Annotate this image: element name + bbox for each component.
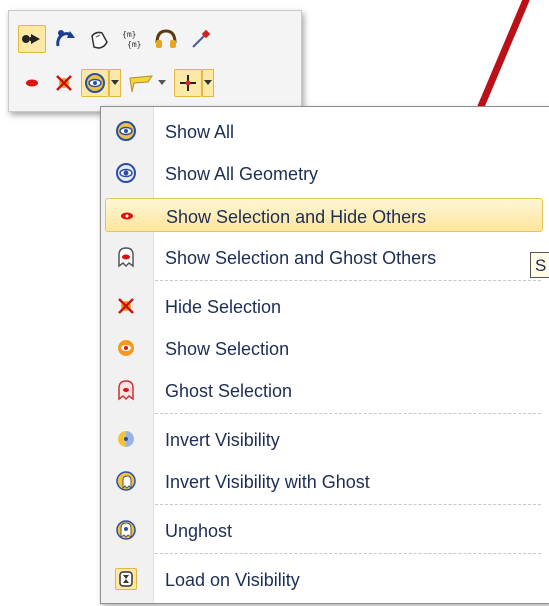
orbit-icon xyxy=(56,30,75,47)
orbit-button[interactable] xyxy=(51,25,79,53)
eye-blue-icon xyxy=(115,162,137,184)
menu-separator xyxy=(155,413,541,414)
half-ghost-icon xyxy=(115,470,137,492)
menu-item-label: Show All xyxy=(165,122,235,142)
flag-dropdown-arrow[interactable] xyxy=(156,69,168,97)
hourglass-icon xyxy=(115,568,137,590)
headset-icon xyxy=(155,29,177,48)
eye-icon xyxy=(115,120,137,142)
cross-eye-icon xyxy=(115,295,137,317)
ghost-pink-icon xyxy=(115,379,137,401)
orange-eye-icon xyxy=(115,337,137,359)
svg-text:{m}: {m} xyxy=(127,40,141,49)
menu-item-label: Hide Selection xyxy=(165,297,282,317)
eyedropper-button[interactable] xyxy=(186,25,214,53)
red-eye-icon xyxy=(26,79,38,87)
chevron-down-icon xyxy=(204,80,212,85)
menu-item-invert-visibility[interactable]: Invert Visibility xyxy=(105,422,543,456)
menu-item-label: Show Selection and Hide Others xyxy=(166,207,427,227)
menu-item-show-selection[interactable]: Show Selection xyxy=(105,331,543,365)
menu-item-label: Show All Geometry xyxy=(165,164,319,184)
svg-text:{m}: {m} xyxy=(122,30,136,39)
menu-item-show-selection-ghost-others[interactable]: Show Selection and Ghost Others xyxy=(105,240,543,274)
menu-separator xyxy=(155,504,541,505)
menu-item-load-on-visibility[interactable]: Load on Visibility xyxy=(105,562,543,596)
menu-item-show-selection-hide-others[interactable]: Show Selection and Hide Others xyxy=(105,198,543,232)
red-dot-eye-icon xyxy=(116,205,138,227)
menu-item-unghost[interactable]: Unghost xyxy=(105,513,543,547)
menu-separator xyxy=(155,280,541,281)
menu-item-label: Invert Visibility with Ghost xyxy=(165,472,370,492)
menu-item-invert-visibility-ghost[interactable]: Invert Visibility with Ghost xyxy=(105,464,543,498)
hide-selection-toolbar-button[interactable] xyxy=(50,69,78,97)
eyedropper-icon xyxy=(192,29,211,48)
hide-x-icon xyxy=(56,75,72,91)
flag-icon xyxy=(129,75,153,93)
menu-item-label: Ghost Selection xyxy=(165,381,293,401)
show-selection-hide-others-toolbar-button[interactable] xyxy=(18,69,46,97)
menu-item-show-all[interactable]: Show All xyxy=(105,114,543,148)
menu-separator xyxy=(155,553,541,554)
crosshair-dropdown-arrow[interactable] xyxy=(202,69,214,97)
select-forward-icon xyxy=(22,34,40,44)
pan-button[interactable] xyxy=(85,25,113,53)
menu-item-label: Unghost xyxy=(165,521,233,541)
menu-item-label: Show Selection and Ghost Others xyxy=(165,248,437,268)
crosshair-icon xyxy=(180,75,196,91)
tooltip: S xyxy=(530,252,549,278)
macro-icon: {m}{m} xyxy=(122,30,141,49)
menu-item-ghost-selection[interactable]: Ghost Selection xyxy=(105,373,543,407)
ghost-red-icon xyxy=(115,246,137,268)
menu-item-show-all-geometry[interactable]: Show All Geometry xyxy=(105,156,543,190)
show-all-toolbar-button[interactable] xyxy=(81,69,109,97)
chevron-down-icon xyxy=(111,80,119,85)
visibility-dropdown-menu: Show All Show All Geometry Show Selectio… xyxy=(100,106,549,604)
menu-item-label: Invert Visibility xyxy=(165,430,280,450)
menu-item-label: Show Selection xyxy=(165,339,290,359)
macro-button[interactable]: {m} {m} xyxy=(119,25,147,53)
menu-item-hide-selection[interactable]: Hide Selection xyxy=(105,289,543,323)
headset-button[interactable] xyxy=(152,25,180,53)
half-eye-icon xyxy=(115,428,137,450)
unghost-icon xyxy=(115,519,137,541)
show-all-dropdown-arrow[interactable] xyxy=(109,69,121,97)
flag-toolbar-button[interactable] xyxy=(127,69,155,97)
select-forward-button[interactable] xyxy=(18,25,46,53)
visibility-toolbar: {m} {m} xyxy=(8,10,302,112)
menu-item-label: Load on Visibility xyxy=(165,570,300,590)
crosshair-toolbar-button[interactable] xyxy=(174,69,202,97)
chevron-down-icon xyxy=(158,80,166,85)
hand-pan-icon xyxy=(91,31,108,49)
show-all-eye-icon xyxy=(85,73,105,93)
